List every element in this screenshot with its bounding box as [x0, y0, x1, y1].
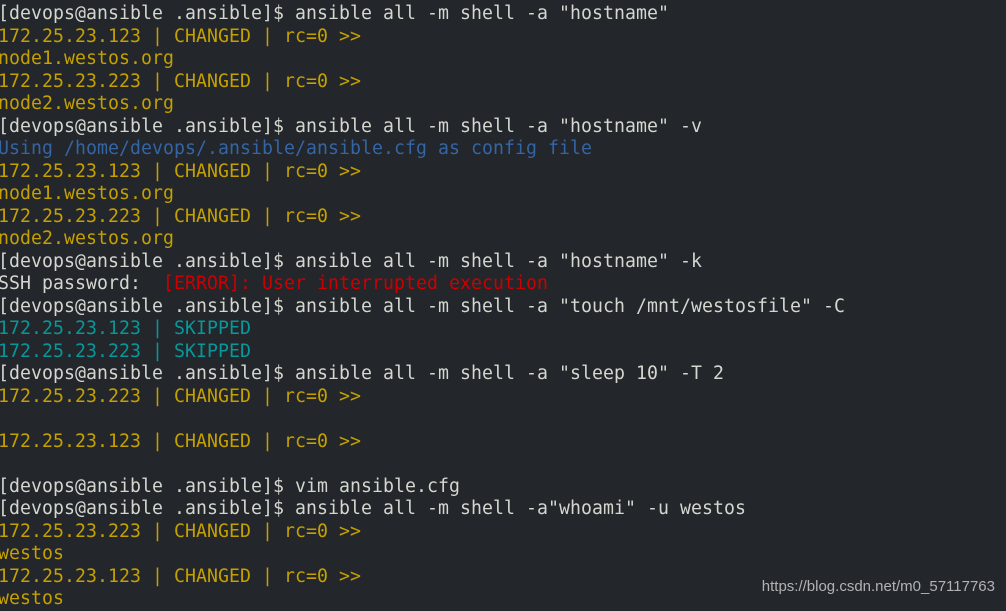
output-changed-line: node2.westos.org: [0, 228, 1006, 251]
command-text: ansible all -m shell -a "hostname" -k: [295, 250, 702, 272]
command-line: [devops@ansible .ansible]$ ansible all -…: [0, 3, 1006, 26]
shell-prompt: [devops@ansible .ansible]$: [0, 250, 295, 272]
output-changed-line: node1.westos.org: [0, 48, 1006, 71]
output-skipped-line: 172.25.23.223 | SKIPPED: [0, 341, 1006, 364]
output-changed-line: 172.25.23.223 | CHANGED | rc=0 >>: [0, 386, 1006, 409]
output-changed-line: 172.25.23.123 | CHANGED | rc=0 >>: [0, 26, 1006, 49]
command-line: [devops@ansible .ansible]$ ansible all -…: [0, 363, 1006, 386]
command-text: ansible all -m shell -a "touch /mnt/west…: [295, 295, 845, 317]
output-changed-line: 172.25.23.223 | CHANGED | rc=0 >>: [0, 71, 1006, 94]
output-changed-line: 172.25.23.123 | CHANGED | rc=0 >>: [0, 161, 1006, 184]
command-text: ansible all -m shell -a "hostname" -v: [295, 115, 702, 137]
output-text: 172.25.23.123 | CHANGED | rc=0 >>: [0, 565, 361, 587]
error-message: [ERROR]: User interrupted execution: [163, 273, 548, 294]
output-changed-line: 172.25.23.223 | CHANGED | rc=0 >>: [0, 521, 1006, 544]
shell-prompt: [devops@ansible .ansible]$: [0, 295, 295, 317]
output-text: 172.25.23.223 | CHANGED | rc=0 >>: [0, 520, 361, 542]
output-text: westos: [0, 543, 64, 564]
output-changed-line: 172.25.23.123 | CHANGED | rc=0 >>: [0, 431, 1006, 454]
watermark-url: https://blog.csdn.net/m0_57117763: [761, 578, 995, 595]
command-line: [devops@ansible .ansible]$ ansible all -…: [0, 116, 1006, 139]
output-changed-line: node2.westos.org: [0, 93, 1006, 116]
output-text: node1.westos.org: [0, 48, 174, 69]
output-skipped-line: 172.25.23.123 | SKIPPED: [0, 318, 1006, 341]
command-line: [devops@ansible .ansible]$ ansible all -…: [0, 251, 1006, 274]
output-text: node2.westos.org: [0, 228, 174, 249]
ssh-password-label: SSH password:: [0, 273, 163, 294]
output-text: 172.25.23.223 | CHANGED | rc=0 >>: [0, 385, 361, 407]
command-text: ansible all -m shell -a "hostname": [295, 3, 669, 24]
command-text: ansible all -m shell -a "sleep 10" -T 2: [295, 363, 724, 384]
output-changed-line: node1.westos.org: [0, 183, 1006, 206]
output-text: 172.25.23.123 | CHANGED | rc=0 >>: [0, 160, 361, 182]
output-text: 172.25.23.123 | CHANGED | rc=0 >>: [0, 430, 361, 452]
command-text: vim ansible.cfg: [295, 475, 460, 497]
command-line: [devops@ansible .ansible]$ ansible all -…: [0, 498, 1006, 521]
terminal-window[interactable]: [devops@ansible .ansible]$ ansible all -…: [0, 3, 1006, 609]
shell-prompt: [devops@ansible .ansible]$: [0, 3, 295, 24]
password-prompt-line: SSH password: [ERROR]: User interrupted …: [0, 273, 1006, 296]
output-text: node1.westos.org: [0, 183, 174, 204]
output-text: 172.25.23.223 | CHANGED | rc=0 >>: [0, 70, 361, 92]
output-text: node2.westos.org: [0, 93, 174, 114]
output-text: 172.25.23.223 | CHANGED | rc=0 >>: [0, 205, 361, 227]
output-text: 172.25.23.123 | SKIPPED: [0, 318, 251, 339]
output-text: westos: [0, 588, 64, 609]
terminal-output: [devops@ansible .ansible]$ ansible all -…: [0, 3, 1006, 611]
output-changed-line: westos: [0, 543, 1006, 566]
shell-prompt: [devops@ansible .ansible]$: [0, 475, 295, 497]
command-text: ansible all -m shell -a"whoami" -u westo…: [295, 498, 746, 519]
output-info-line: Using /home/devops/.ansible/ansible.cfg …: [0, 138, 1006, 161]
command-line: [devops@ansible .ansible]$ ansible all -…: [0, 296, 1006, 319]
shell-prompt: [devops@ansible .ansible]$: [0, 363, 295, 384]
output-changed-line: 172.25.23.223 | CHANGED | rc=0 >>: [0, 206, 1006, 229]
shell-prompt: [devops@ansible .ansible]$: [0, 115, 295, 137]
output-text: Using /home/devops/.ansible/ansible.cfg …: [0, 138, 592, 159]
output-text: 172.25.23.123 | CHANGED | rc=0 >>: [0, 25, 361, 47]
shell-prompt: [devops@ansible .ansible]$: [0, 498, 295, 519]
output-text: 172.25.23.223 | SKIPPED: [0, 340, 251, 362]
command-line: [devops@ansible .ansible]$ vim ansible.c…: [0, 476, 1006, 499]
